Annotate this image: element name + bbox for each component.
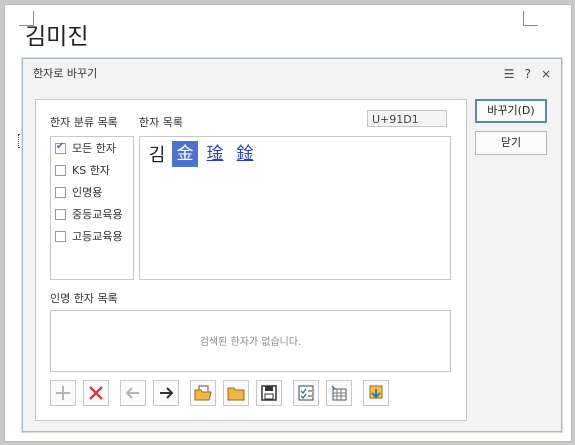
category-label: 고등교육용 <box>72 230 123 243</box>
name-hanja-label: 인명 한자 목록 <box>50 292 118 305</box>
hanja-list: 김 金 琻 鍂 <box>139 136 451 280</box>
hanja-list-label: 한자 목록 <box>139 116 183 129</box>
help-icon[interactable]: ? <box>525 59 531 89</box>
empty-message: 검색된 한자가 없습니다. <box>199 337 302 348</box>
delete-icon[interactable] <box>83 380 109 406</box>
unicode-code-field: U+91D1 <box>367 110 447 127</box>
checkbox[interactable] <box>55 186 66 198</box>
checklist-icon[interactable] <box>293 380 319 406</box>
base-character: 김 <box>148 145 166 166</box>
checkbox[interactable] <box>55 164 66 176</box>
document-text: 김미진 <box>25 24 89 50</box>
close-button[interactable]: 닫기 <box>475 131 547 155</box>
checkbox[interactable] <box>55 141 66 154</box>
category-label: 한자 분류 목록 <box>50 116 118 129</box>
category-label: KS 한자 <box>72 164 110 177</box>
memo-icon[interactable]: ☰ <box>504 59 515 89</box>
crop-mark <box>523 11 538 26</box>
category-middle-school[interactable]: 중등교육용 <box>55 203 133 225</box>
open-folder-icon[interactable] <box>190 380 216 406</box>
titlebar-controls: ☰ ? × <box>504 59 551 89</box>
dialog-title: 한자로 바꾸기 <box>33 67 98 80</box>
arrow-right-icon[interactable] <box>153 380 179 406</box>
grid-icon[interactable] <box>326 380 352 406</box>
category-high-school[interactable]: 고등교육용 <box>55 225 133 247</box>
save-icon[interactable] <box>256 380 282 406</box>
category-list: 모든 한자 KS 한자 인명용 중등교육용 고등교육용 <box>50 136 134 280</box>
category-ks[interactable]: KS 한자 <box>55 159 133 181</box>
category-all[interactable]: 모든 한자 <box>55 137 133 159</box>
name-hanja-list: 검색된 한자가 없습니다. <box>50 310 451 372</box>
category-label: 모든 한자 <box>72 142 116 155</box>
category-label: 인명용 <box>72 186 103 199</box>
main-panel: 한자 분류 목록 한자 목록 U+91D1 모든 한자 KS 한자 인명용 중등… <box>35 99 467 421</box>
folder-icon[interactable] <box>223 380 249 406</box>
checkbox[interactable] <box>55 208 66 220</box>
hanja-item[interactable]: 琻 <box>202 141 228 167</box>
plus-icon[interactable] <box>50 380 76 406</box>
category-name[interactable]: 인명용 <box>55 181 133 203</box>
hanja-convert-dialog: 한자로 바꾸기 ☰ ? × 한자 분류 목록 한자 목록 U+91D1 모든 한… <box>22 58 562 432</box>
hanja-toolbar <box>50 380 389 406</box>
replace-button[interactable]: 바꾸기(D) <box>475 99 547 123</box>
close-icon[interactable]: × <box>541 59 551 89</box>
import-icon[interactable] <box>363 380 389 406</box>
hanja-item[interactable]: 金 <box>172 141 198 167</box>
category-label: 중등교육용 <box>72 208 123 221</box>
dialog-titlebar: 한자로 바꾸기 ☰ ? × <box>23 59 561 89</box>
arrow-left-icon[interactable] <box>120 380 146 406</box>
checkbox[interactable] <box>55 230 66 242</box>
hanja-item[interactable]: 鍂 <box>232 141 258 167</box>
